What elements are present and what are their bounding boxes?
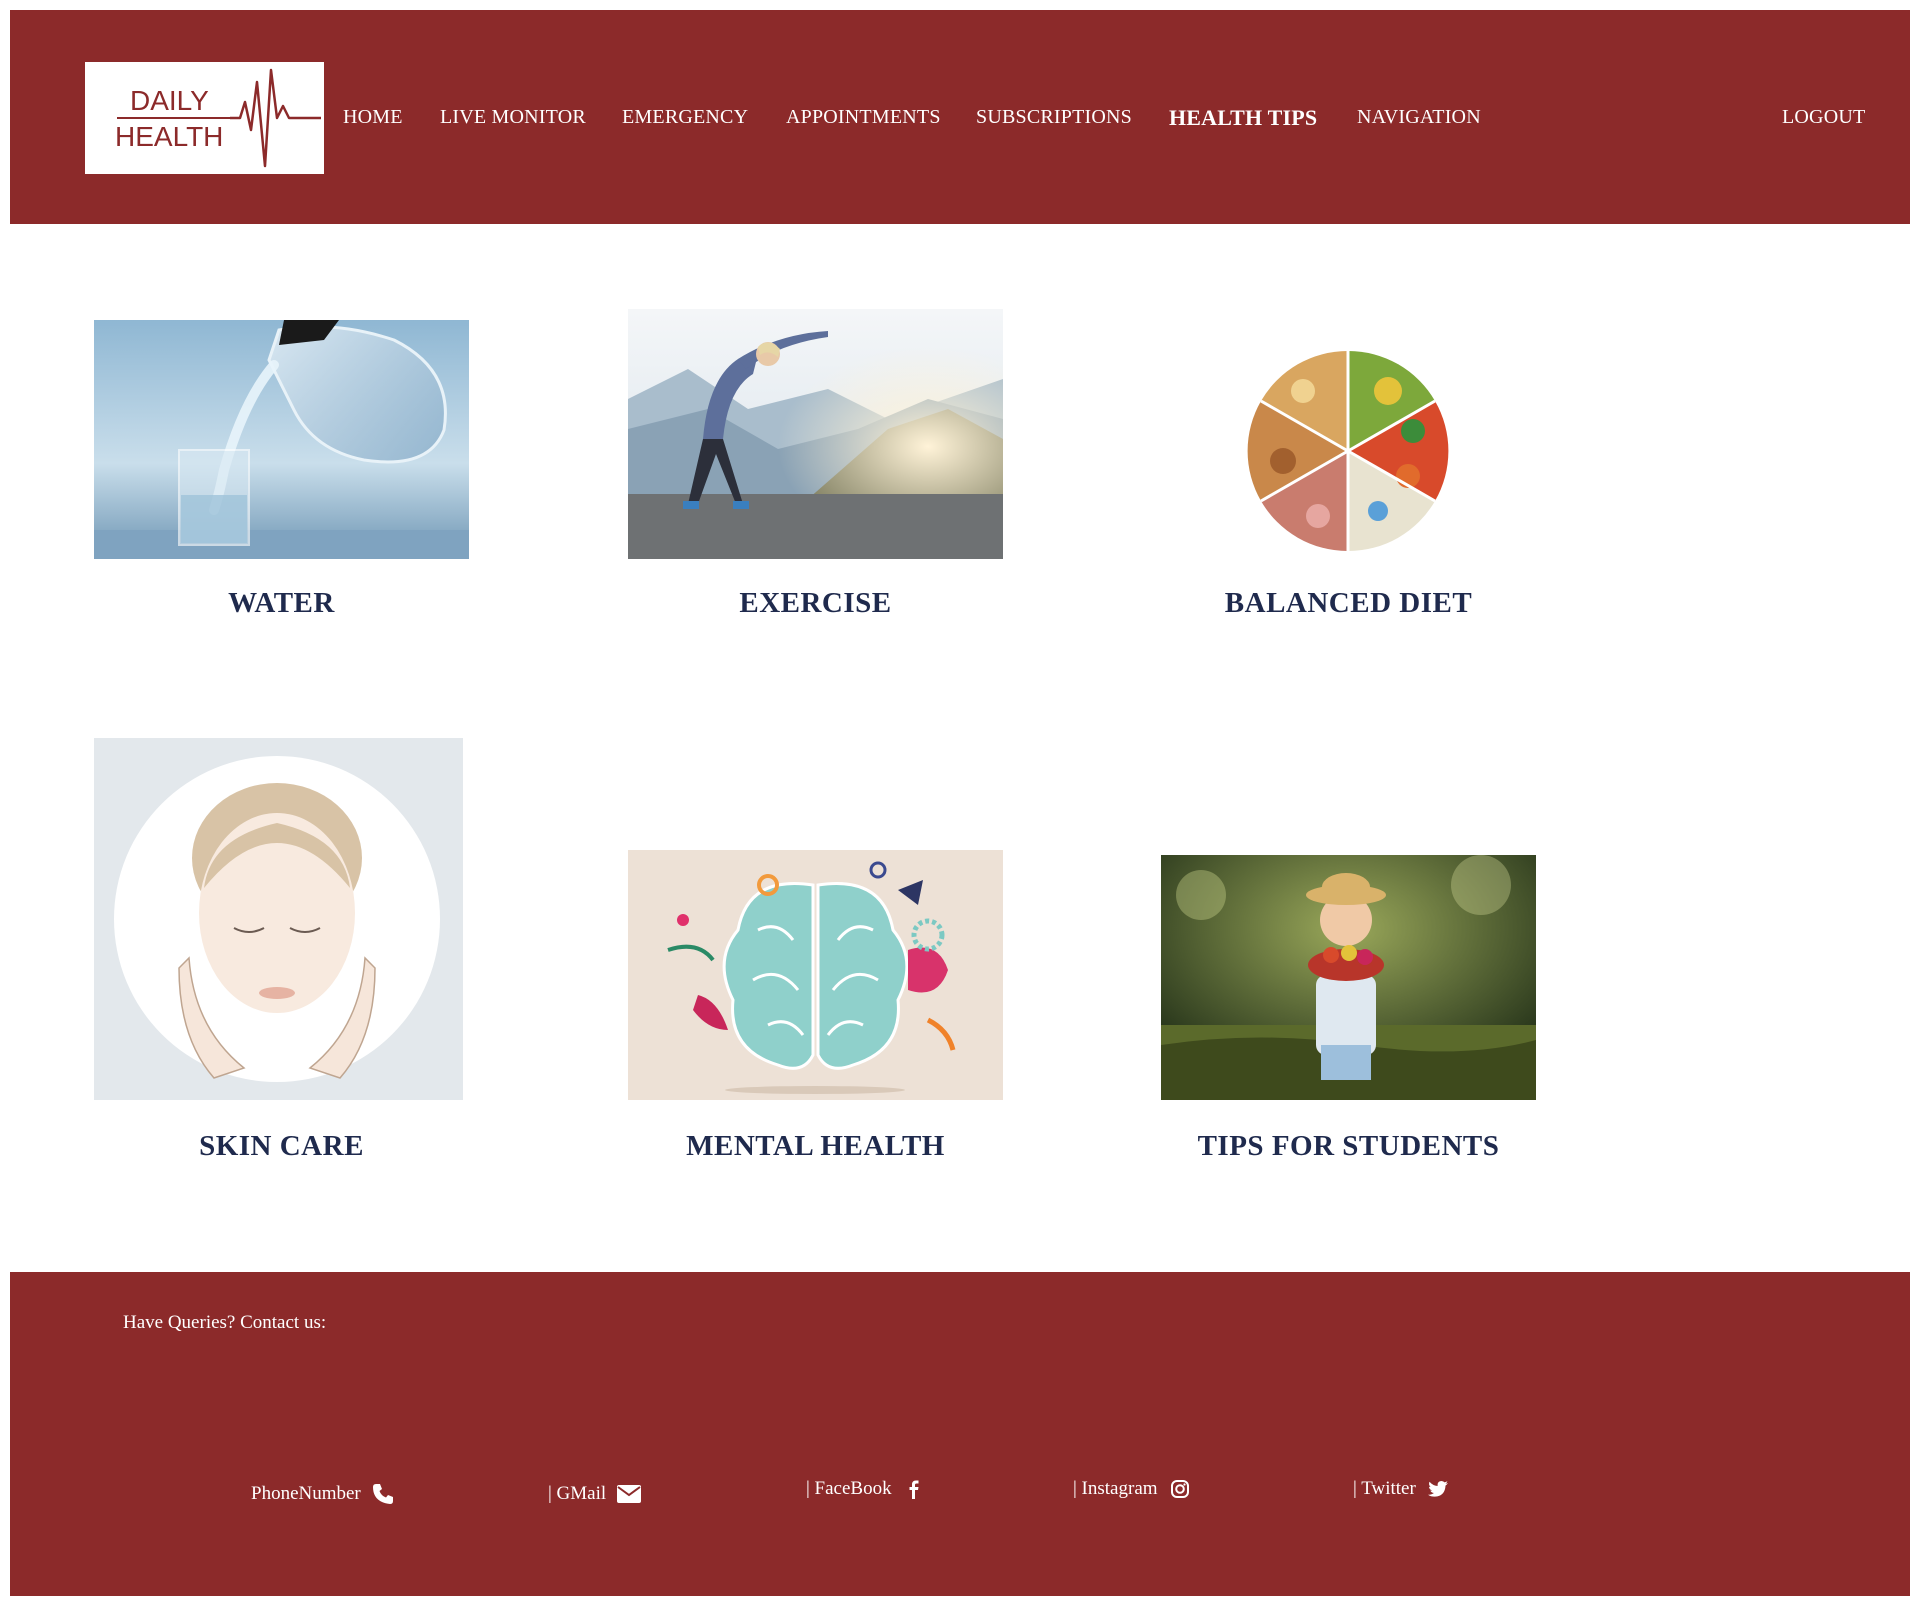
nav-emergency[interactable]: EMERGENCY <box>622 106 748 129</box>
phone-icon[interactable] <box>371 1482 395 1506</box>
contact-facebook[interactable]: | FaceBook <box>806 1477 926 1501</box>
header-bar: DAILY HEALTH HOME LIVE MONITOR EMERGENCY… <box>10 10 1910 224</box>
contact-phone[interactable]: PhoneNumber <box>251 1482 395 1506</box>
contact-phone-label[interactable]: PhoneNumber <box>251 1483 361 1505</box>
contact-twitter-label[interactable]: | Twitter <box>1353 1478 1416 1500</box>
child-with-fruit-image[interactable] <box>1161 855 1536 1100</box>
facebook-icon[interactable] <box>902 1477 926 1501</box>
twitter-icon[interactable] <box>1426 1477 1450 1501</box>
contact-twitter[interactable]: | Twitter <box>1353 1477 1450 1501</box>
water-pouring-image[interactable] <box>94 320 469 559</box>
tip-title-mental-health[interactable]: MENTAL HEALTH <box>628 1130 1003 1163</box>
contact-instagram-label[interactable]: | Instagram <box>1073 1478 1158 1500</box>
brain-illustration-image[interactable] <box>628 850 1003 1100</box>
nav-health-tips[interactable]: HEALTH TIPS <box>1169 105 1317 131</box>
food-wheel-image[interactable] <box>1161 309 1536 559</box>
footer-queries-text: Have Queries? Contact us: <box>123 1312 327 1333</box>
exercise-stretching-image[interactable] <box>628 309 1003 559</box>
tip-title-balanced-diet[interactable]: BALANCED DIET <box>1161 587 1536 620</box>
nav-home[interactable]: HOME <box>343 106 403 129</box>
nav-appointments[interactable]: APPOINTMENTS <box>786 106 941 129</box>
nav-subscriptions[interactable]: SUBSCRIPTIONS <box>976 106 1132 129</box>
nav-live-monitor[interactable]: LIVE MONITOR <box>440 106 586 129</box>
tip-title-water[interactable]: WATER <box>94 587 469 620</box>
nav-navigation[interactable]: NAVIGATION <box>1357 106 1481 129</box>
footer-bar: Have Queries? Contact us: PhoneNumber | … <box>10 1272 1910 1596</box>
logo-line-1: DAILY <box>130 85 209 116</box>
logout-link[interactable]: LOGOUT <box>1782 106 1865 129</box>
mail-icon[interactable] <box>616 1482 642 1506</box>
tip-title-tips-for-students[interactable]: TIPS FOR STUDENTS <box>1161 1130 1536 1163</box>
contact-facebook-label[interactable]: | FaceBook <box>806 1478 892 1500</box>
logo-line-2: HEALTH <box>115 121 223 152</box>
contact-gmail-label[interactable]: | GMail <box>548 1483 606 1505</box>
tip-title-exercise[interactable]: EXERCISE <box>628 587 1003 620</box>
contact-instagram[interactable]: | Instagram <box>1073 1477 1192 1501</box>
contact-gmail[interactable]: | GMail <box>548 1482 642 1506</box>
daily-health-logo[interactable]: DAILY HEALTH <box>85 62 324 174</box>
instagram-icon[interactable] <box>1168 1477 1192 1501</box>
tip-title-skin-care[interactable]: SKIN CARE <box>94 1130 469 1163</box>
face-care-image[interactable] <box>94 738 463 1100</box>
